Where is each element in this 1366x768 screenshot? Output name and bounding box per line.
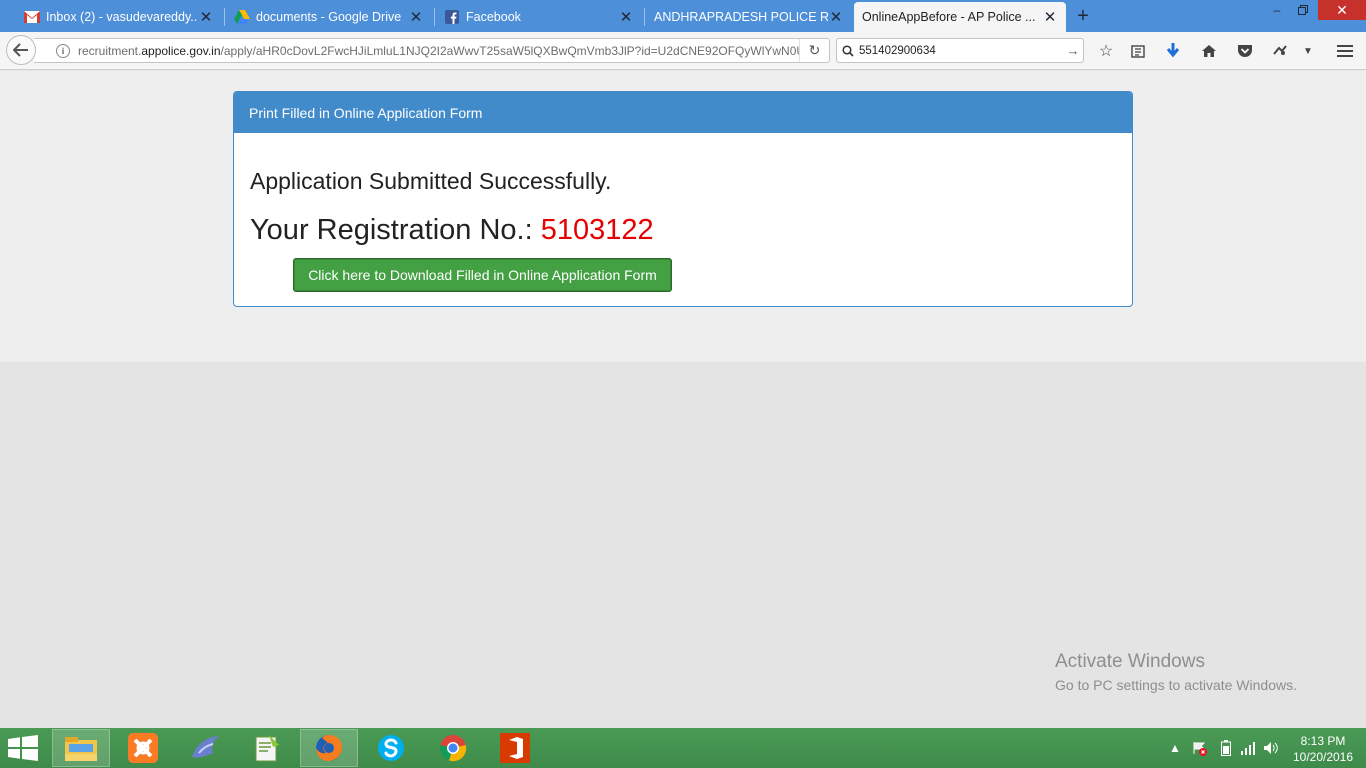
action-center-icon[interactable] <box>1190 728 1210 768</box>
registration-line: Your Registration No.: 5103122 <box>250 214 654 247</box>
new-tab-icon[interactable]: + <box>1072 4 1094 28</box>
reading-list-icon[interactable] <box>1126 40 1150 62</box>
url-text[interactable]: recruitment.appolice.gov.in/apply/aHR0cD… <box>78 44 799 58</box>
tab-title: OnlineAppBefore - AP Police ... <box>862 10 1036 24</box>
registration-number: 5103122 <box>540 214 654 246</box>
download-icon[interactable] <box>1161 40 1185 62</box>
watermark-title: Activate Windows <box>1055 651 1205 672</box>
file-explorer-icon[interactable] <box>52 729 110 767</box>
tab-gmail[interactable]: Inbox (2) - vasudevareddy... ✕ <box>16 2 222 32</box>
reload-icon[interactable]: ↻ <box>799 39 829 62</box>
registration-label: Your Registration No.: <box>250 214 541 246</box>
home-icon[interactable] <box>1197 40 1221 62</box>
url-bar[interactable]: i recruitment.appolice.gov.in/apply/aHR0… <box>34 38 830 63</box>
tab-title: documents - Google Drive <box>256 10 402 24</box>
tab-title: ANDHRAPRADESH POLICE RE... <box>654 10 828 24</box>
tab-google-drive[interactable]: documents - Google Drive ✕ <box>226 2 432 32</box>
watermark-subtitle: Go to PC settings to activate Windows. <box>1055 677 1297 693</box>
search-input[interactable] <box>859 44 1063 57</box>
tab-title: Facebook <box>466 10 521 24</box>
volume-icon[interactable] <box>1262 728 1280 768</box>
battery-icon[interactable] <box>1217 728 1235 768</box>
xampp-icon[interactable] <box>114 729 172 767</box>
windows-start-icon[interactable] <box>8 735 40 761</box>
close-icon[interactable]: ✕ <box>828 9 844 26</box>
clock-time: 8:13 PM <box>1300 734 1346 748</box>
tab-online-app[interactable]: OnlineAppBefore - AP Police ... ✕ <box>854 2 1066 32</box>
office-icon[interactable] <box>486 729 544 767</box>
back-arrow-icon <box>13 43 28 57</box>
close-icon[interactable]: ✕ <box>618 9 634 26</box>
pocket-icon[interactable] <box>1233 40 1257 62</box>
close-icon[interactable]: ✕ <box>408 9 424 26</box>
back-button[interactable] <box>6 35 36 65</box>
gmail-icon <box>24 9 40 25</box>
chevron-down-icon[interactable]: ▼ <box>1296 40 1320 62</box>
window-close-icon[interactable]: ✕ <box>1318 0 1366 20</box>
extension-icon[interactable] <box>1268 40 1292 62</box>
panel-heading: Print Filled in Online Application Form <box>234 92 1132 133</box>
application-panel: Print Filled in Online Application Form … <box>233 91 1133 307</box>
close-icon[interactable]: ✕ <box>1042 9 1058 26</box>
tab-ap-police[interactable]: ANDHRAPRADESH POLICE RE... ✕ <box>646 2 852 32</box>
tab-facebook[interactable]: Facebook ✕ <box>436 2 642 32</box>
notepad-plus-plus-icon[interactable] <box>238 729 296 767</box>
close-icon[interactable]: ✕ <box>198 9 214 26</box>
show-hidden-icons-icon[interactable]: ▲ <box>1168 728 1182 768</box>
firefox-icon[interactable] <box>300 729 358 767</box>
menu-icon[interactable] <box>1333 40 1357 62</box>
success-message: Application Submitted Successfully. <box>250 168 612 194</box>
search-bar[interactable]: → <box>836 38 1084 63</box>
google-drive-icon <box>234 9 250 25</box>
activation-watermark: Activate Windows Go to PC settings to ac… <box>1055 651 1297 693</box>
system-clock[interactable]: 8:13 PM 10/20/2016 <box>1288 733 1358 765</box>
search-icon <box>837 44 859 57</box>
network-icon[interactable] <box>1239 728 1257 768</box>
facebook-icon <box>444 9 460 25</box>
bookmark-star-icon[interactable]: ☆ <box>1094 40 1118 62</box>
tab-strip: Inbox (2) - vasudevareddy... ✕ documents… <box>0 0 1366 32</box>
search-go-icon[interactable]: → <box>1063 43 1083 58</box>
skype-icon[interactable] <box>362 729 420 767</box>
restore-icon[interactable] <box>1288 0 1318 20</box>
mysql-workbench-icon[interactable] <box>176 729 234 767</box>
info-icon[interactable]: i <box>56 43 70 58</box>
chrome-icon[interactable] <box>424 729 482 767</box>
download-form-button[interactable]: Click here to Download Filled in Online … <box>293 258 672 292</box>
taskbar: ▲ 8:13 PM 10/20/2016 <box>0 728 1366 768</box>
tab-title: Inbox (2) - vasudevareddy... <box>46 10 198 24</box>
clock-date: 10/20/2016 <box>1292 750 1354 764</box>
